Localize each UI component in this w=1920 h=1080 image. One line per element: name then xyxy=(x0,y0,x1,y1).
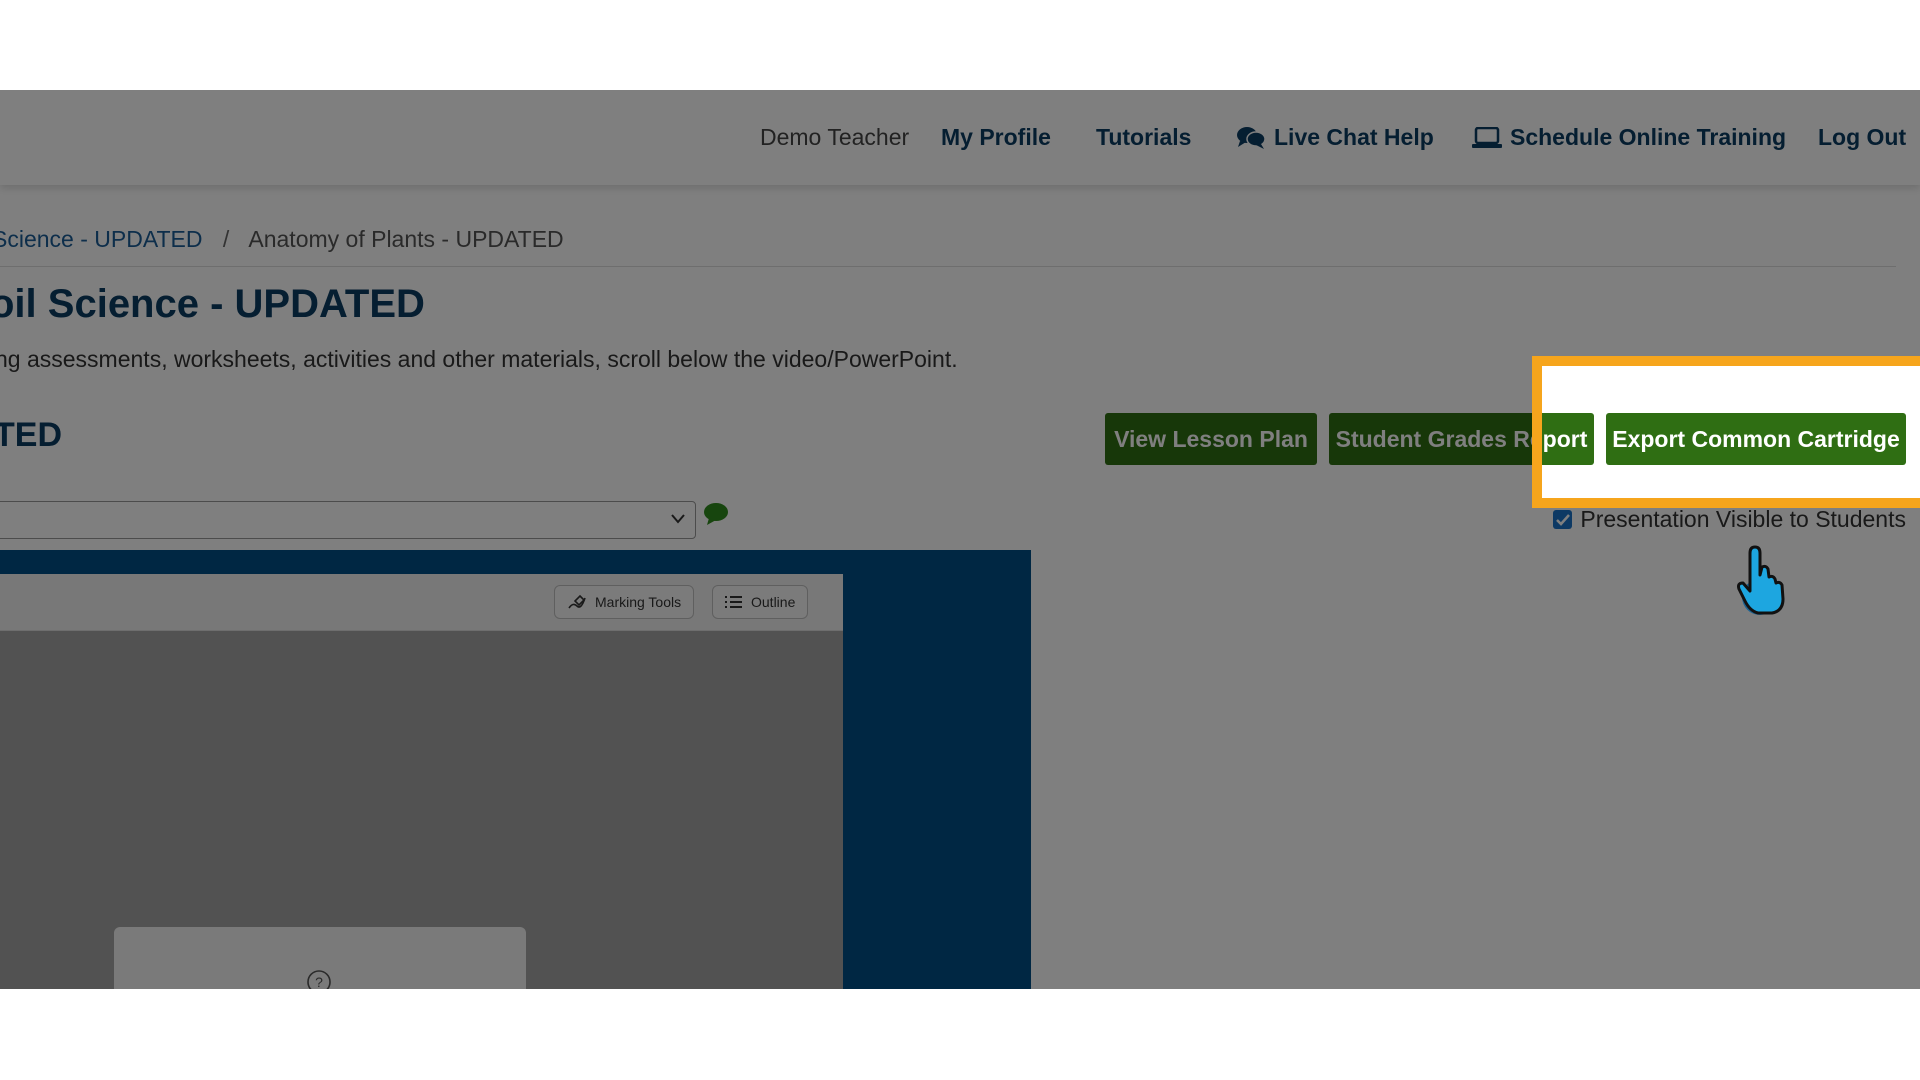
lesson-title: TED xyxy=(0,416,62,454)
viewer-toolbar: Marking Tools Outline xyxy=(0,574,843,631)
nav-my-profile[interactable]: My Profile xyxy=(941,124,1051,151)
screen-frame: Demo Teacher My Profile Tutorials Live C… xyxy=(0,90,1920,989)
list-icon xyxy=(725,596,742,608)
comment-icon[interactable] xyxy=(703,502,729,526)
presentation-visible-toggle[interactable]: Presentation Visible to Students xyxy=(1553,506,1906,533)
svg-text:?: ? xyxy=(315,974,323,989)
outline-button[interactable]: Outline xyxy=(712,585,809,619)
nav-log-out[interactable]: Log Out xyxy=(1818,124,1906,151)
marker-icon xyxy=(568,594,586,609)
student-grades-report-button-highlighted[interactable]: Student Grades Report xyxy=(1542,413,1594,465)
nav-live-chat[interactable]: Live Chat Help xyxy=(1236,124,1434,151)
nav-schedule-training[interactable]: Schedule Online Training xyxy=(1472,124,1786,151)
tutorial-highlight: Student Grades Report Export Common Cart… xyxy=(1532,356,1920,508)
view-lesson-plan-button[interactable]: View Lesson Plan xyxy=(1105,413,1317,465)
course-title: oil Science - UPDATED xyxy=(0,282,425,326)
breadcrumb-parent-link[interactable]: Science - UPDATED xyxy=(0,226,202,252)
help-card: ? xyxy=(114,927,526,989)
chat-bubbles-icon xyxy=(1237,126,1266,149)
question-circle-icon[interactable]: ? xyxy=(306,969,332,989)
chevron-down-icon xyxy=(671,514,685,524)
checkmark-icon xyxy=(1555,513,1570,526)
nav-tutorials[interactable]: Tutorials xyxy=(1096,124,1191,151)
lesson-select[interactable] xyxy=(0,501,696,539)
breadcrumb-separator: / xyxy=(222,226,230,252)
user-name: Demo Teacher xyxy=(760,124,910,150)
page-description: ng assessments, worksheets, activities a… xyxy=(0,346,958,372)
presentation-viewer: Marking Tools Outline xyxy=(0,550,1031,989)
marking-tools-button[interactable]: Marking Tools xyxy=(554,585,695,619)
breadcrumb-current: Anatomy of Plants - UPDATED xyxy=(248,226,564,252)
export-common-cartridge-button[interactable]: Export Common Cartridge xyxy=(1606,413,1906,465)
divider xyxy=(0,266,1896,267)
pointer-hand-icon xyxy=(1737,545,1785,615)
presentation-visible-checkbox[interactable] xyxy=(1553,510,1573,529)
laptop-icon xyxy=(1472,126,1502,148)
presentation-visible-label: Presentation Visible to Students xyxy=(1580,506,1906,532)
breadcrumb: Science - UPDATED / Anatomy of Plants - … xyxy=(0,226,564,253)
top-navigation: Demo Teacher My Profile Tutorials Live C… xyxy=(0,90,1920,185)
